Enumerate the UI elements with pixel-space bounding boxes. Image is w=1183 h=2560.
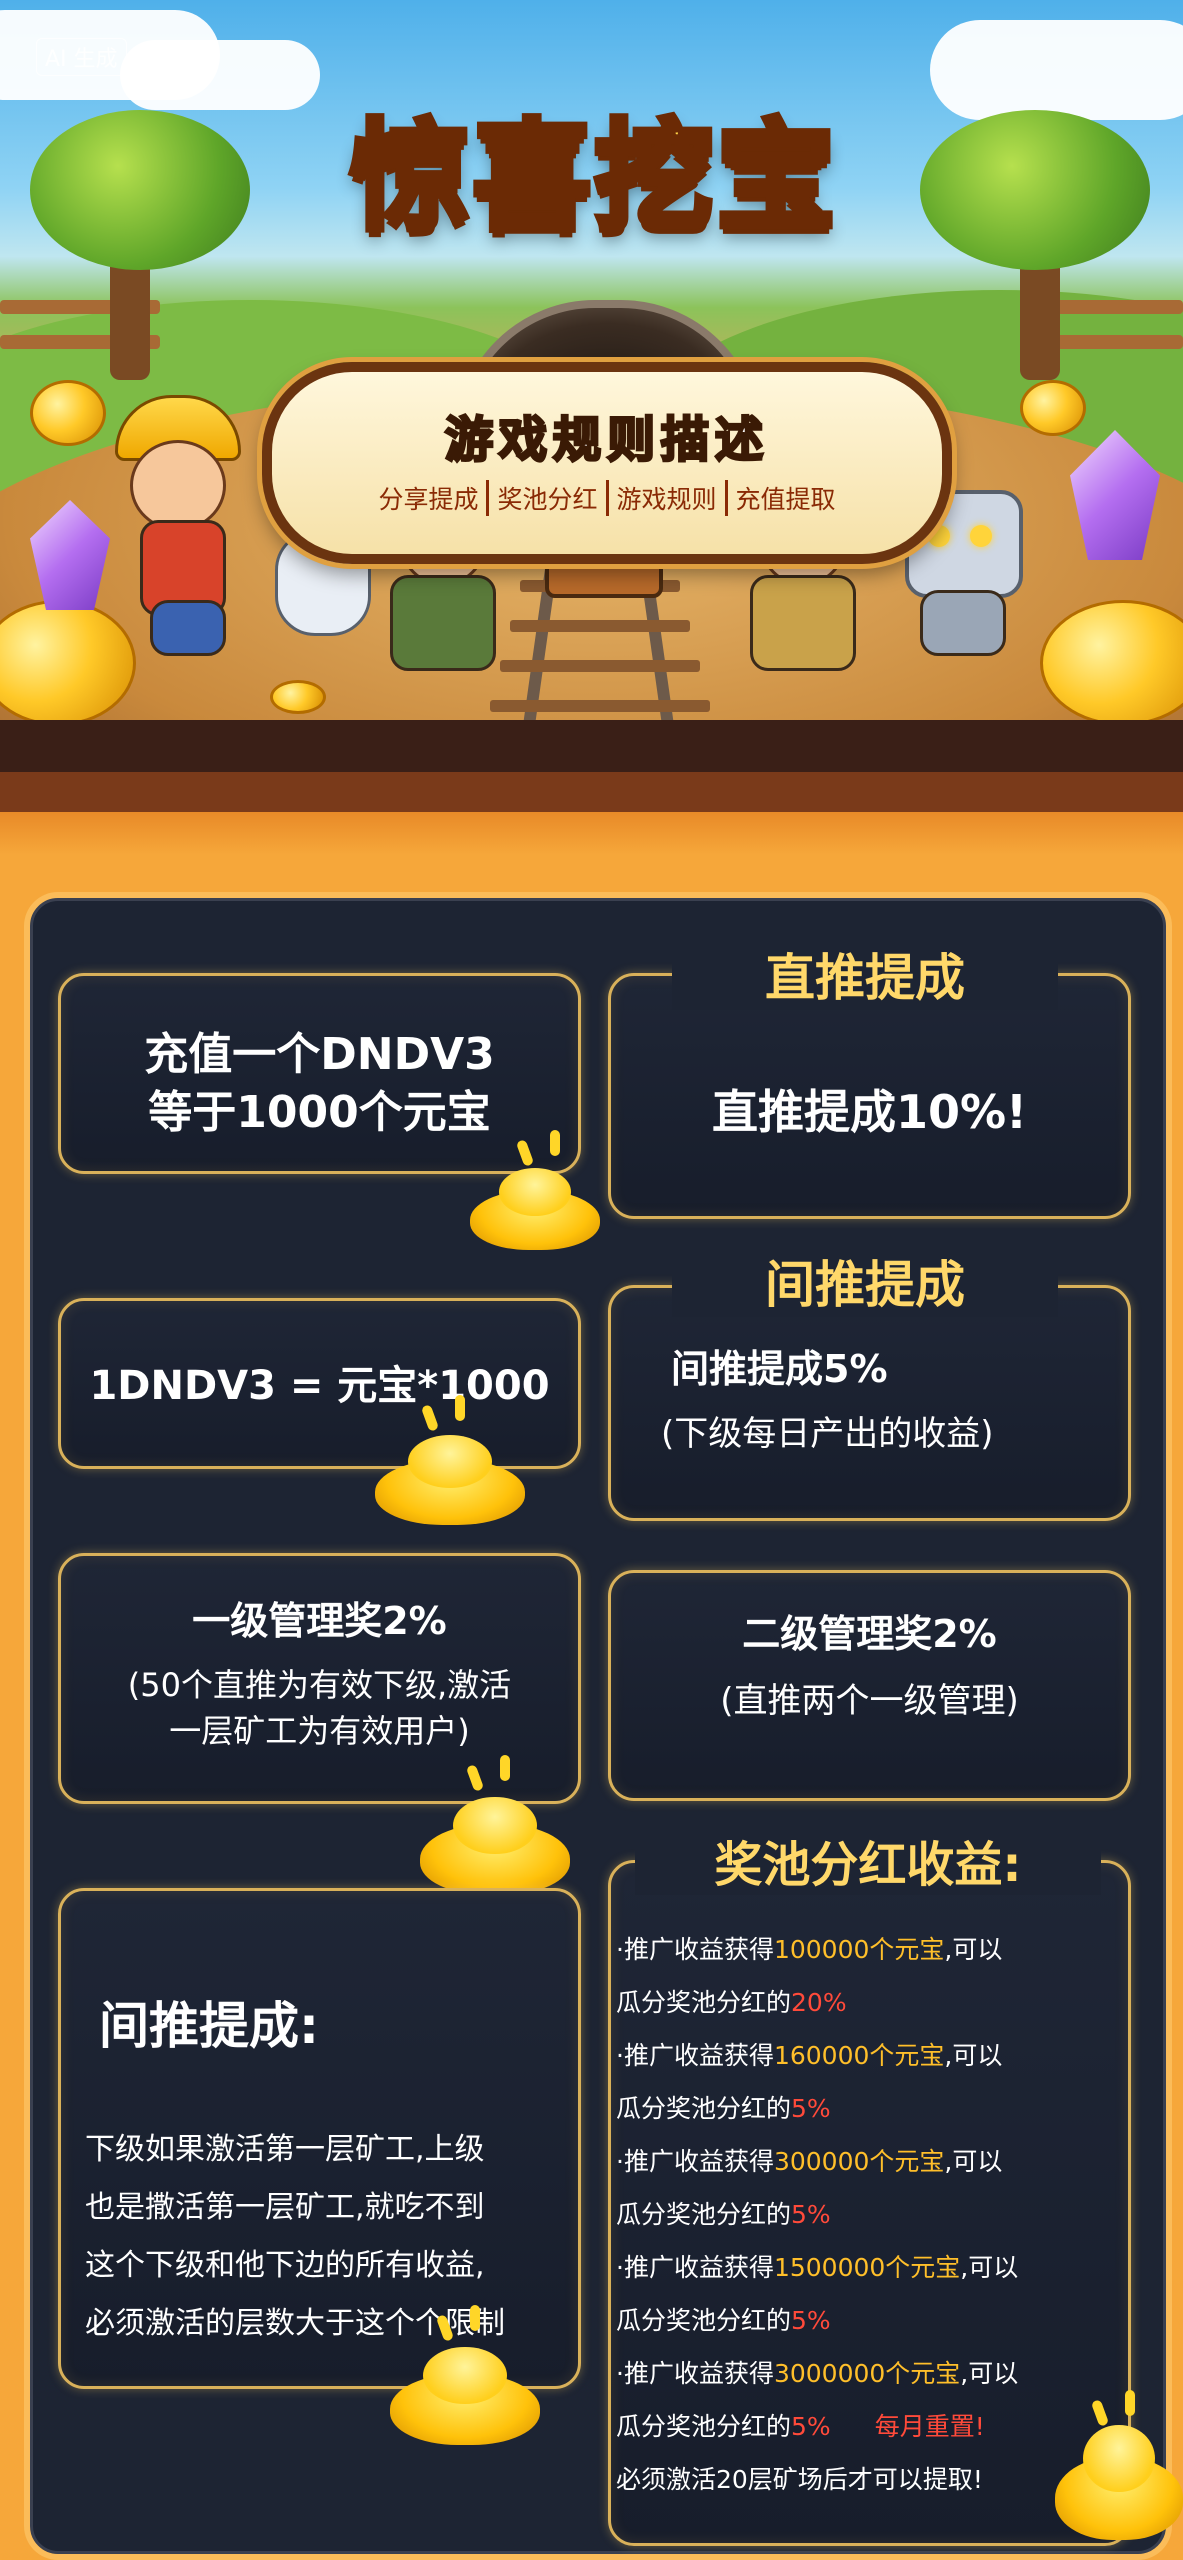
pool-item-share: 瓜分奖池分红的20% [616, 1976, 1121, 2029]
recharge-line1: 充值一个DNDV3 [144, 1029, 495, 1080]
sleeper [490, 700, 710, 712]
fence [1040, 300, 1183, 314]
pool-item-share: 瓜分奖池分红的5% [616, 2294, 1121, 2347]
pool-item-share-label: 瓜分奖池分红的 [616, 2200, 792, 2229]
pool-item-amount: 300000个元宝 [773, 2147, 945, 2176]
pool-item-amount: 100000个元宝 [773, 1935, 945, 1964]
miner-body [750, 575, 856, 671]
gold-ingot-icon [390, 2305, 540, 2445]
tab-share-commission[interactable]: 分享提成 [370, 480, 486, 516]
pool-item-percent: 5% [791, 2094, 831, 2123]
pool-dividend-card: ·推广收益获得100000个元宝,可以 瓜分奖池分红的20% ·推广收益获得1600… [608, 1860, 1131, 2546]
pool-item-suffix: ,可以 [944, 1935, 1003, 1964]
tab-game-rules[interactable]: 游戏规则 [605, 480, 725, 516]
direct-text: 直推提成10%! [711, 1085, 1028, 1139]
sleeper [500, 660, 700, 672]
cloud [930, 20, 1183, 120]
tab-pool-dividend[interactable]: 奖池分红 [486, 480, 605, 516]
pool-item: ·推广收益获得160000个元宝,可以 [616, 2029, 1121, 2082]
ground-layer [0, 720, 1183, 772]
indirect-rule-card: 间推提成: 下级如果激活第一层矿工,上级 也是撒活第一层矿工,就吃不到 这个下级… [58, 1888, 581, 2389]
page-title: 惊喜挖宝 [347, 108, 839, 246]
pool-item-suffix: ,可以 [960, 2359, 1019, 2388]
gold-ingot-icon [420, 1755, 570, 1895]
ground-layer [0, 772, 1183, 812]
pool-item-percent: 20% [791, 1988, 847, 2017]
formula-text: 1DNDV3 = 元宝*1000 [89, 1363, 550, 1409]
level1-line2: 一层矿工为有效用户) [169, 1712, 470, 1750]
pool-item-prefix: ·推广收益获得 [616, 2041, 774, 2070]
recharge-card: 充值一个DNDV3 等于1000个元宝 [58, 973, 581, 1174]
sleeper [510, 620, 690, 632]
pool-item-prefix: ·推广收益获得 [616, 2359, 774, 2388]
pool-item-percent: 5% [791, 2412, 831, 2441]
pool-item-percent: 5% [791, 2200, 831, 2229]
level1-title: 一级管理奖2% [192, 1599, 447, 1643]
ground-layer [0, 812, 1183, 855]
indirect-heading: 间推提成 [672, 1245, 1058, 1317]
pool-item: ·推广收益获得3000000个元宝,可以 [616, 2347, 1121, 2400]
recharge-line2: 等于1000个元宝 [148, 1087, 491, 1138]
pool-item-prefix: ·推广收益获得 [616, 2253, 774, 2282]
pool-item-amount: 3000000个元宝 [773, 2359, 961, 2388]
level2-line1: (直推两个一级管理) [720, 1681, 1019, 1721]
indirect-line1: 间推提成5% [671, 1347, 888, 1391]
pool-item-prefix: ·推广收益获得 [616, 2147, 774, 2176]
ai-watermark: AI 生成 [36, 38, 127, 76]
rule-line: 这个下级和他下边的所有收益, [85, 2248, 485, 2283]
coin-icon [30, 380, 106, 446]
rules-subtitle: 游戏规则描述 [443, 411, 769, 470]
pool-item-share-label: 瓜分奖池分红的 [616, 1988, 792, 2017]
fence [1040, 335, 1183, 349]
robot-body [920, 590, 1006, 656]
coin-icon [1020, 380, 1086, 436]
hero-banner: AI 生成 惊喜挖宝 游戏规则描述 分享提成 奖池分红 游戏规则 充值提取 [0, 0, 1183, 855]
pool-item-prefix: ·推广收益获得 [616, 1935, 774, 1964]
cloud [120, 40, 320, 110]
pool-item: ·推广收益获得1500000个元宝,可以 [616, 2241, 1121, 2294]
tree-icon [920, 110, 1150, 270]
indirect-line2: (下级每日产出的收益) [661, 1414, 994, 1454]
pool-item-percent: 5% [791, 2306, 831, 2335]
gold-ingot-icon [1055, 2390, 1183, 2540]
pool-item-share-label: 瓜分奖池分红的 [616, 2412, 792, 2441]
pool-footer: 必须激活20层矿场后才可以提取! [616, 2465, 983, 2494]
pool-item-share: 瓜分奖池分红的5% 每月重置! [616, 2400, 1121, 2453]
direct-heading: 直推提成 [672, 938, 1058, 1010]
miner-body [390, 575, 496, 671]
gold-ingot-icon [375, 1395, 525, 1525]
tab-recharge-withdraw[interactable]: 充值提取 [724, 480, 844, 516]
rule-line: 也是撒活第一层矿工,就吃不到 [85, 2190, 485, 2225]
rule-heading: 间推提成: [99, 1997, 319, 2055]
rules-tabs: 分享提成 奖池分红 游戏规则 充值提取 [272, 480, 942, 516]
pool-item-amount: 1500000个元宝 [773, 2253, 961, 2282]
monthly-reset: 每月重置! [874, 2412, 985, 2441]
level2-title: 二级管理奖2% [742, 1612, 997, 1656]
pool-item-suffix: ,可以 [944, 2041, 1003, 2070]
level1-line1: (50个直推为有效下级,激活 [127, 1666, 512, 1704]
pool-item: ·推广收益获得300000个元宝,可以 [616, 2135, 1121, 2188]
gold-ingot-icon [470, 1130, 600, 1250]
tree-icon [30, 110, 250, 270]
pool-item-share: 瓜分奖池分红的5% [616, 2082, 1121, 2135]
pool-item-share: 瓜分奖池分红的5% [616, 2188, 1121, 2241]
pool-item-share-label: 瓜分奖池分红的 [616, 2306, 792, 2335]
coin-icon [270, 680, 326, 714]
miner-legs [150, 600, 226, 656]
pool-item-share-label: 瓜分奖池分红的 [616, 2094, 792, 2123]
miner-character [130, 440, 226, 531]
pool-item-amount: 160000个元宝 [773, 2041, 945, 2070]
level2-manager-card: 二级管理奖2% (直推两个一级管理) [608, 1570, 1131, 1801]
pool-list: ·推广收益获得100000个元宝,可以 瓜分奖池分红的20% ·推广收益获得1600… [616, 1923, 1121, 2506]
rule-line: 下级如果激活第一层矿工,上级 [85, 2132, 485, 2167]
pool-item-suffix: ,可以 [960, 2253, 1019, 2282]
pool-item-suffix: ,可以 [944, 2147, 1003, 2176]
indirect-commission-card: 间推提成5% (下级每日产出的收益) [608, 1285, 1131, 1521]
pool-item: ·推广收益获得100000个元宝,可以 [616, 1923, 1121, 1976]
robot-eye [970, 525, 992, 547]
rules-plaque: 游戏规则描述 分享提成 奖池分红 游戏规则 充值提取 [262, 362, 952, 564]
pool-heading: 奖池分红收益: [635, 1825, 1101, 1895]
